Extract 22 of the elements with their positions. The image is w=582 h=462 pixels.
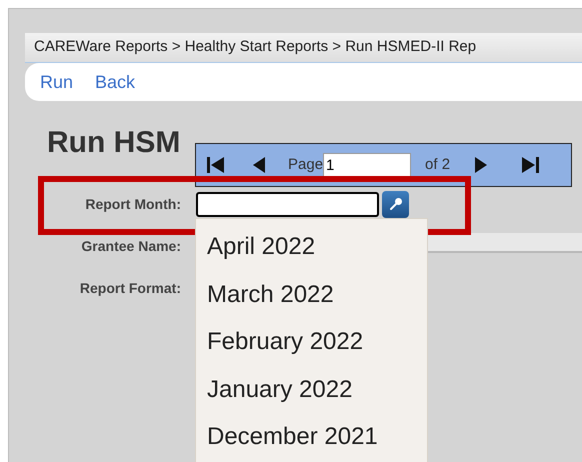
toolbar-link[interactable]: Run	[40, 68, 74, 96]
dropdown-option[interactable]: April 2022	[196, 229, 427, 276]
page-number-field[interactable]: 1	[323, 152, 412, 178]
dropdown-option[interactable]: December 2021	[196, 419, 427, 462]
report-month-field[interactable]	[196, 192, 379, 216]
next-page-icon[interactable]	[474, 156, 488, 174]
last-page-icon[interactable]	[520, 156, 540, 174]
dropdown-option[interactable]: January 2022	[196, 372, 427, 419]
dropdown-option[interactable]: March 2022	[196, 276, 427, 324]
field-label: Report Format:	[78, 278, 181, 298]
toolbar-link[interactable]: Back	[95, 68, 136, 96]
previous-page-icon[interactable]	[252, 156, 266, 174]
page-label: Page	[288, 154, 324, 175]
breadcrumb: CAREWare Reports > Healthy Start Reports > Run HSMED-II Rep	[34, 37, 476, 58]
field-label: Report Month:	[84, 194, 181, 214]
page-title: Run HSM	[47, 125, 180, 161]
page-count: of 2	[425, 154, 450, 175]
dropdown-option[interactable]: February 2022	[196, 324, 427, 372]
first-page-icon[interactable]	[206, 156, 226, 174]
field-label: Grantee Name:	[80, 236, 181, 256]
lookup-button[interactable]	[382, 190, 409, 218]
search-icon	[388, 196, 404, 212]
